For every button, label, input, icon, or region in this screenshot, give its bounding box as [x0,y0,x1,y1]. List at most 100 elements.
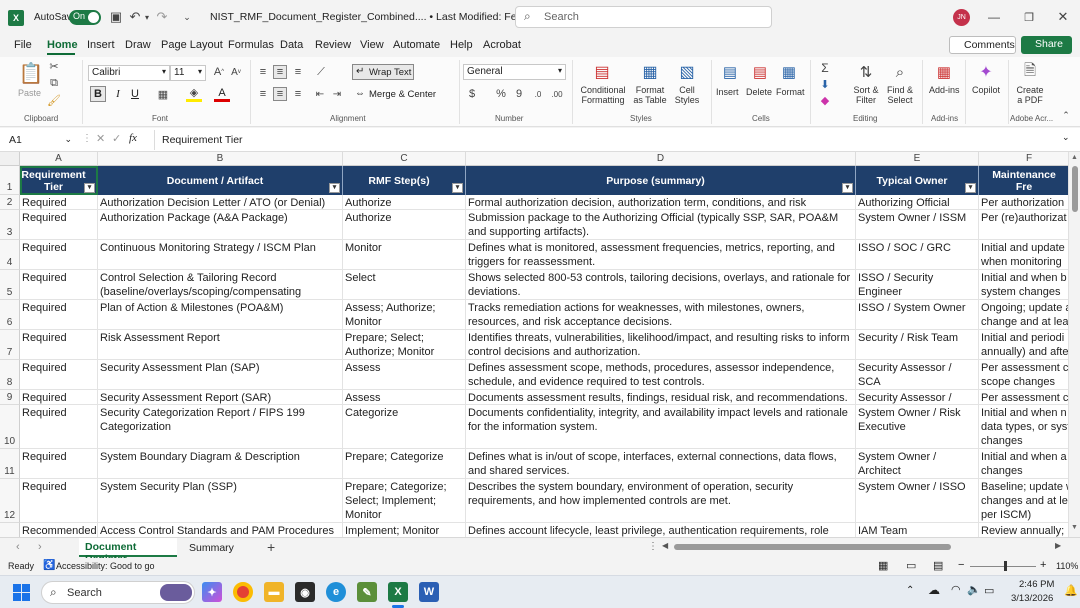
chrome-icon[interactable] [233,582,253,602]
table-cell-col-f[interactable]: Initial and when n data types, or syst c… [979,405,1080,449]
page-break-view-icon[interactable]: ▤ [933,559,943,572]
row-header[interactable]: 2 [0,195,20,210]
table-cell-col-b[interactable]: Access Control Standards and PAM Procedu… [98,523,343,537]
find-select-label[interactable]: Find & Select [882,85,918,105]
table-header-col-d[interactable]: Purpose (summary) ▾ [466,166,856,195]
row-header[interactable]: 7 [0,330,20,360]
share-button[interactable]: Share [1021,36,1072,54]
table-cell-col-f[interactable]: Per (re)authorizat [979,210,1080,240]
save-icon[interactable]: ▣ [108,9,124,25]
table-cell-col-b[interactable]: Authorization Package (A&A Package) [98,210,343,240]
paste-label[interactable]: Paste [18,88,41,98]
addins-icon[interactable]: ▦ [934,61,954,83]
filter-dropdown-icon[interactable]: ▾ [842,183,853,193]
cut-icon[interactable]: ✂ [47,60,61,73]
currency-icon[interactable]: $ [465,87,479,101]
row-header[interactable]: 6 [0,300,20,330]
scroll-down-icon[interactable]: ▼ [1071,524,1078,531]
table-header-col-f[interactable]: Maintenance Fre [979,166,1080,195]
spreadsheet-grid[interactable]: ABCDEF 12345678910111213 Requirement Tie… [0,152,1080,537]
bold-button[interactable]: B [90,86,106,102]
scroll-right-icon[interactable]: ▶ [1055,541,1061,550]
select-all-corner[interactable] [0,152,20,166]
normal-view-icon[interactable]: ▦ [878,559,888,572]
table-cell-col-a[interactable]: Required [20,390,98,405]
increase-decimal-icon[interactable]: .0 [531,87,545,101]
underline-button[interactable]: U [128,86,142,102]
table-cell-col-b[interactable]: Security Assessment Plan (SAP) [98,360,343,390]
wrap-text-button[interactable]: ↵ Wrap Text [352,64,414,80]
column-header-e[interactable]: E [856,152,979,166]
decrease-font-icon[interactable]: Av [229,65,243,79]
table-cell-col-d[interactable]: Describes the system boundary, environme… [466,479,856,523]
tab-review[interactable]: Review [315,39,351,51]
autosave-toggle[interactable]: On [69,10,101,25]
table-cell-col-e[interactable]: ISSO / Security Engineer [856,270,979,300]
security-app-icon[interactable]: ◉ [295,582,315,602]
paste-icon[interactable]: 📋 [19,60,44,86]
table-cell-col-f[interactable]: Per assessment cy [979,390,1080,405]
filter-dropdown-icon[interactable]: ▾ [965,183,976,193]
table-cell-col-b[interactable]: Risk Assessment Report [98,330,343,360]
table-cell-col-b[interactable]: System Boundary Diagram & Description [98,449,343,479]
file-explorer-icon[interactable]: ▬ [264,582,284,602]
table-cell-col-d[interactable]: Shows selected 800-53 controls, tailorin… [466,270,856,300]
table-cell-col-f[interactable]: Ongoing; update a change and at lea [979,300,1080,330]
row-header[interactable]: 4 [0,240,20,270]
table-header-col-c[interactable]: RMF Step(s) ▾ [343,166,466,195]
table-cell-col-d[interactable]: Formal authorization decision, authoriza… [466,195,856,210]
battery-icon[interactable]: ▭ [984,584,994,597]
windows-start-icon[interactable] [13,584,30,601]
sheet-tab-document-register[interactable]: Document Register [79,538,177,565]
table-cell-col-e[interactable]: System Owner / ISSM [856,210,979,240]
table-cell-col-a[interactable]: Required [20,405,98,449]
row-header[interactable]: 9 [0,390,20,405]
table-cell-col-b[interactable]: Security Assessment Report (SAR) [98,390,343,405]
row-header[interactable]: 3 [0,210,20,240]
table-cell-col-a[interactable]: Required [20,449,98,479]
prev-sheet-icon[interactable]: ‹ [16,541,20,553]
tab-automate[interactable]: Automate [393,39,440,51]
page-layout-view-icon[interactable]: ▭ [906,559,916,572]
table-cell-col-b[interactable]: Continuous Monitoring Strategy / ISCM Pl… [98,240,343,270]
table-cell-col-e[interactable]: Security Assessor / SCA [856,360,979,390]
autosum-icon[interactable]: Σ [818,61,832,75]
show-hidden-icons[interactable]: ⌃ [906,585,914,596]
notepad-icon[interactable]: ✎ [357,582,377,602]
increase-indent-icon[interactable]: ⇥ [330,87,344,101]
table-cell-col-c[interactable]: Assess [343,360,466,390]
align-middle-icon[interactable]: ≡ [273,65,287,79]
table-cell-col-f[interactable]: Initial and update when monitoring [979,240,1080,270]
table-cell-col-a[interactable]: Required [20,360,98,390]
tab-view[interactable]: View [360,39,384,51]
scroll-left-icon[interactable]: ◀ [662,541,668,550]
column-header-d[interactable]: D [466,152,856,166]
table-cell-col-f[interactable]: Per assessment cy scope changes [979,360,1080,390]
table-cell-col-c[interactable]: Prepare; Select; Authorize; Monitor [343,330,466,360]
zoom-slider-thumb[interactable] [1004,561,1007,571]
delete-cells-label[interactable]: Delete [746,87,772,97]
table-cell-col-a[interactable]: Required [20,195,98,210]
tab-file[interactable]: File [14,39,32,51]
row-header[interactable]: 13 [0,523,20,537]
column-header-c[interactable]: C [343,152,466,166]
zoom-slider[interactable] [970,561,1036,571]
format-cells-icon[interactable]: ▦ [779,61,799,83]
table-cell-col-f[interactable]: Initial and when b system changes [979,270,1080,300]
tab-data[interactable]: Data [280,39,303,51]
restore-icon[interactable]: ❐ [1020,8,1038,26]
user-avatar[interactable]: JN [953,9,970,26]
table-cell-col-e[interactable]: System Owner / Risk Executive [856,405,979,449]
sheet-tab-summary[interactable]: Summary [182,538,240,557]
table-cell-col-b[interactable]: Plan of Action & Milestones (POA&M) [98,300,343,330]
table-header-col-a[interactable]: Requirement Tier ▾ [20,166,98,195]
table-cell-col-a[interactable]: Required [20,210,98,240]
table-cell-col-a[interactable]: Required [20,270,98,300]
cancel-icon[interactable]: ✕ [96,132,105,145]
table-cell-col-e[interactable]: Security Assessor / SCA [856,390,979,405]
table-cell-col-c[interactable]: Select [343,270,466,300]
find-select-icon[interactable]: ⌕ [890,61,910,83]
horizontal-scrollbar[interactable]: ◀ ▶ [662,541,1064,554]
table-cell-col-d[interactable]: Documents confidentiality, integrity, an… [466,405,856,449]
table-cell-col-f[interactable]: Initial and periodi annually) and afte [979,330,1080,360]
